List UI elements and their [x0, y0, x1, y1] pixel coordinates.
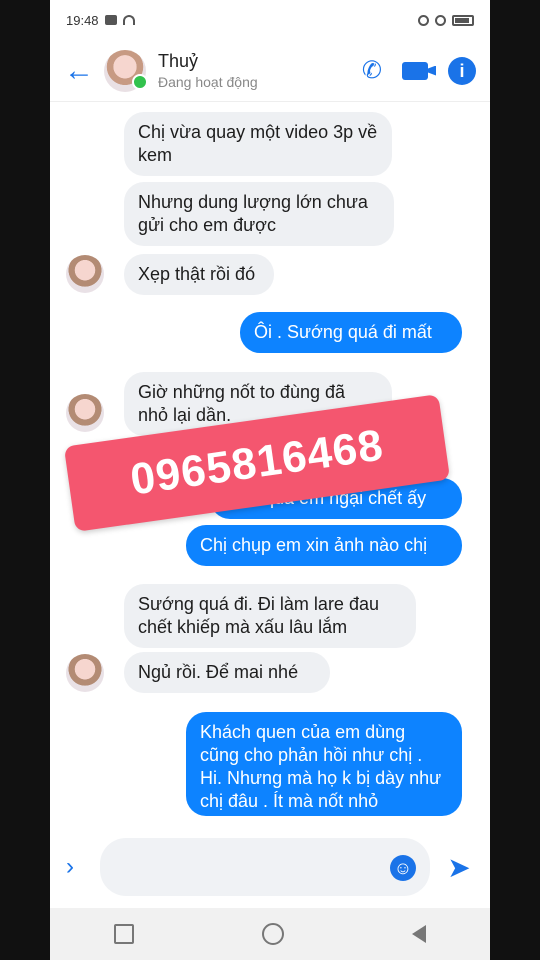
- info-icon[interactable]: i: [448, 56, 476, 85]
- mail-icon: [104, 15, 117, 25]
- message-bubble-incoming[interactable]: Xẹp thật rồi đó: [124, 254, 274, 295]
- navigation-bar: [50, 908, 490, 960]
- alarm-icon: [418, 14, 429, 26]
- status-time: 19:48: [66, 12, 99, 28]
- home-icon[interactable]: [262, 923, 284, 945]
- message-input[interactable]: [100, 838, 430, 896]
- message-composer: › ☺ ➤: [50, 826, 490, 908]
- contact-status: Đang hoạt động: [158, 74, 258, 90]
- video-camera-icon[interactable]: [402, 61, 428, 80]
- message-bubble-outgoing[interactable]: Ôi . Sướng quá đi mất: [240, 312, 462, 353]
- battery-icon: [452, 14, 474, 26]
- contact-info[interactable]: Thuỷ Đang hoạt động: [158, 51, 362, 90]
- recent-apps-icon[interactable]: [114, 924, 134, 944]
- watermark-phone-number: 0965816468: [127, 420, 387, 505]
- status-bar: 19:48: [50, 0, 490, 40]
- header-actions: ✆ i: [362, 56, 476, 85]
- back-arrow-icon[interactable]: ←: [64, 55, 104, 86]
- left-border: [0, 0, 50, 960]
- online-indicator: [132, 73, 148, 90]
- contact-name: Thuỷ: [158, 51, 199, 71]
- sender-avatar: [66, 394, 104, 432]
- status-left: 19:48: [66, 13, 135, 28]
- message-bubble-incoming[interactable]: Ngủ rồi. Để mai nhé: [124, 652, 330, 693]
- emoji-icon[interactable]: ☺: [390, 855, 416, 881]
- send-icon[interactable]: ➤: [444, 851, 474, 884]
- message-bubble-incoming[interactable]: Sướng quá đi. Đi làm lare đau chết khiếp…: [124, 584, 416, 648]
- wifi-icon: [122, 15, 135, 25]
- circle-icon: [435, 14, 446, 26]
- chat-header: ← Thuỷ Đang hoạt động ✆ i: [50, 40, 490, 102]
- message-bubble-outgoing[interactable]: Khách quen của em dùng cũng cho phản hồi…: [186, 712, 462, 816]
- chevron-right-icon[interactable]: ›: [66, 853, 86, 881]
- sender-avatar: [66, 654, 104, 692]
- contact-avatar[interactable]: [104, 49, 148, 92]
- phone-icon[interactable]: ✆: [362, 56, 382, 85]
- back-icon[interactable]: [412, 925, 426, 943]
- right-border: [490, 0, 540, 960]
- message-bubble-incoming[interactable]: Nhưng dung lượng lớn chưa gửi cho em đượ…: [124, 182, 394, 246]
- sender-avatar: [66, 255, 104, 293]
- status-right: [418, 14, 474, 26]
- message-bubble-outgoing[interactable]: Chị chụp em xin ảnh nào chị: [186, 525, 462, 566]
- message-bubble-incoming[interactable]: Chị vừa quay một video 3p về kem: [124, 112, 392, 176]
- phone-screen: 19:48 ← Thuỷ Đang hoạt động ✆ i Chị vừa …: [50, 0, 490, 960]
